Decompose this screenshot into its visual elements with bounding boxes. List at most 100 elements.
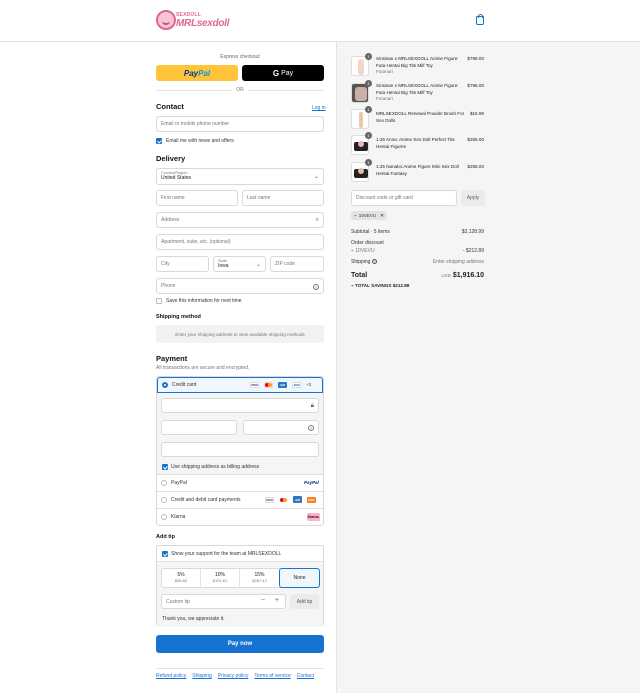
shopping-bag-icon[interactable] [476,13,484,25]
credit-debit-label: Credit and debit card payments [171,497,241,503]
discount-placeholder: Discount code or gift card [356,195,413,201]
credit-debit-radio[interactable] [161,497,167,503]
billing-label: Use shipping address as billing address [171,464,260,470]
klarna-logo: Klarna. [307,513,320,521]
tip-amount: $95.80 [174,578,188,583]
paypal-express-button[interactable]: Pay Pal [156,65,238,81]
pay-now-button[interactable]: Pay now [156,635,324,653]
quantity-badge: 1 [365,159,372,166]
chevron-down-icon: ⌄ [255,262,261,268]
or-label: OR [232,87,248,93]
tip-thanks: Thank you, we appreciate it. [162,616,225,622]
product-price: $798.00 [467,56,484,61]
quantity-badge: 1 [365,132,372,139]
zip-placeholder: ZIP code [275,261,295,267]
logo-mascot-icon [156,10,176,30]
mastercard-icon [264,382,273,388]
credit-debit-option[interactable]: Credit and debit card payments VISA AM D… [157,492,323,509]
refund-policy-link[interactable]: Refund policy [156,673,186,679]
more-cards-count: +3 [306,382,312,387]
privacy-policy-link[interactable]: Privacy policy [218,673,249,679]
login-link[interactable]: Log in [312,105,326,111]
tip-option-none[interactable]: None [279,568,320,588]
last-name-field[interactable]: Last name [242,190,324,206]
discount-amount: - $212.89 [462,248,484,254]
expiry-field[interactable] [161,420,237,435]
mastercard-icon [279,497,288,503]
klarna-option[interactable]: Klarna Klarna. [157,509,323,525]
card-number-field[interactable]: 🔒︎ [161,398,319,413]
tip-option-10[interactable]: 10% $191.61 [201,569,240,587]
apartment-field[interactable]: Apartment, suite, etc. (optional) [156,234,324,250]
tip-title: Add tip [156,534,175,540]
phone-placeholder: Phone [161,283,176,289]
product-price: $258.00 [467,137,484,142]
klarna-radio[interactable] [161,514,167,520]
help-icon[interactable]: ? [371,259,377,264]
billing-checkbox[interactable] [162,464,168,470]
savings-value: $212.89 [392,283,410,288]
tip-option-15[interactable]: 15% $287.42 [240,569,279,587]
order-summary: 1 Sinsisan x MRLSEXDOLL Anime Figure: Fu… [336,42,640,693]
country-value: United States [161,175,192,181]
remove-discount-icon[interactable]: ✕ [380,213,384,219]
paypal-label: PayPal [171,480,187,486]
name-on-card-field[interactable] [161,442,319,457]
product-price: $16.99 [469,111,484,116]
email-placeholder: Email or mobile phone number [161,121,230,127]
custom-tip-placeholder: Custom tip [166,598,190,605]
credit-card-option[interactable]: Credit card VISA AM JCB +3 [157,377,323,393]
custom-tip-field[interactable]: Custom tip − + [161,594,286,609]
lock-icon: 🔒︎ [310,403,314,409]
shipping-value: Enter shipping address [432,259,484,265]
google-pay-button[interactable]: G Pay [242,65,324,81]
increment-icon[interactable]: + [275,597,279,604]
help-icon[interactable]: ? [308,425,314,431]
phone-field[interactable]: Phone? [156,278,324,294]
security-code-field[interactable]: ? [243,420,319,435]
order-discount-label: Order discount [351,240,384,246]
terms-link[interactable]: Terms of service [254,673,290,679]
search-icon: ⌕ [315,217,319,223]
contact-link[interactable]: Contact [297,673,314,679]
city-placeholder: City [161,261,170,267]
shipping-label: Shipping ? [351,259,377,265]
address-placeholder: Address [161,217,180,223]
store-logo[interactable]: SEXDOLL MRLsexdoll [156,10,229,32]
contact-title: Contact [156,102,184,111]
delivery-title: Delivery [156,154,186,163]
zip-field[interactable]: ZIP code [270,256,324,272]
address-field[interactable]: Address ⌕ [156,212,324,228]
shipping-link[interactable]: Shipping [192,673,211,679]
quantity-badge: 1 [365,53,372,60]
first-name-placeholder: First name [161,195,185,201]
checkout-form: Express checkout Pay Pal G Pay OR Contact … [0,42,336,693]
save-info-checkbox[interactable] [156,298,162,304]
product-variant: Futanari [376,69,393,74]
apartment-placeholder: Apartment, suite, etc. (optional) [161,239,231,245]
decrement-icon[interactable]: − [261,597,265,604]
first-name-field[interactable]: First name [156,190,238,206]
paypal-radio[interactable] [161,480,167,486]
news-label: Email me with news and offers [166,138,234,144]
tag-icon: ⌁ [354,212,357,218]
help-icon[interactable]: ? [313,284,319,290]
save-info-label: Save this information for next time [166,298,242,304]
discount-code-line: ⌁ 10VEVU [351,248,375,254]
state-select[interactable]: State Iowa ⌄ [213,256,266,272]
product-price: $798.00 [467,83,484,88]
add-tip-button[interactable]: Add tip [290,594,319,609]
discount-code-field[interactable]: Discount code or gift card [351,190,457,206]
city-field[interactable]: City [156,256,209,272]
apply-button[interactable]: Apply [461,190,485,206]
credit-card-radio[interactable] [162,382,168,388]
tip-option-5[interactable]: 5% $95.80 [162,569,201,587]
total-label: Total [351,272,368,279]
country-select[interactable]: Country/Region United States ⌄ [156,168,324,185]
header: SEXDOLL MRLsexdoll [0,0,640,42]
payment-subtitle: All transactions are secure and encrypte… [156,365,250,371]
tip-support-checkbox[interactable] [162,551,168,557]
email-field[interactable]: Email or mobile phone number [156,116,324,132]
paypal-option[interactable]: PayPal PayPal [157,475,323,492]
news-checkbox[interactable] [156,138,162,144]
